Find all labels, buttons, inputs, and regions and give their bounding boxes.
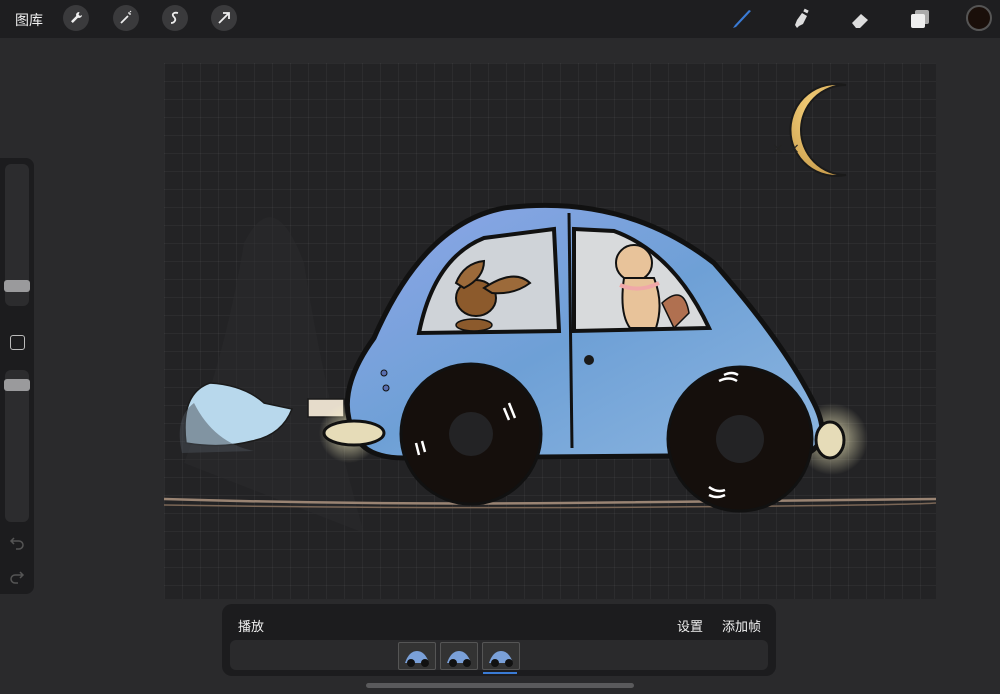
color-picker[interactable] — [966, 5, 992, 31]
redo-icon[interactable] — [9, 568, 25, 584]
layers-icon[interactable] — [907, 6, 933, 32]
brush-size-slider[interactable] — [4, 164, 30, 306]
modify-button[interactable] — [10, 335, 25, 350]
play-button[interactable]: 播放 — [238, 616, 264, 635]
brush-icon[interactable] — [729, 6, 755, 32]
eraser-icon[interactable] — [848, 6, 874, 32]
rear-wheel — [399, 362, 543, 506]
svg-text:× ×: × × — [772, 141, 800, 157]
gallery-button[interactable]: 图库 — [15, 10, 43, 30]
wrench-icon[interactable] — [63, 5, 89, 31]
drawing-canvas[interactable]: × × — [164, 63, 936, 599]
home-indicator[interactable] — [366, 683, 634, 688]
animation-assist-bar: 播放 设置 添加帧 — [222, 604, 776, 676]
transform-arrow-icon[interactable] — [211, 5, 237, 31]
front-wheel — [666, 365, 814, 513]
frames-timeline — [230, 640, 768, 670]
add-frame-button[interactable]: 添加帧 — [722, 616, 761, 635]
opacity-slider[interactable] — [4, 370, 30, 522]
selection-icon[interactable] — [162, 5, 188, 31]
magic-wand-icon[interactable] — [113, 5, 139, 31]
left-sidebar — [0, 158, 34, 594]
top-toolbar: 图库 — [0, 0, 1000, 38]
opacity-knob[interactable] — [4, 379, 30, 391]
frame-thumbnail-selected[interactable] — [482, 642, 520, 670]
brush-size-knob[interactable] — [4, 280, 30, 292]
undo-icon[interactable] — [9, 534, 25, 550]
smudge-icon[interactable] — [788, 6, 814, 32]
car-illustration: × × — [164, 83, 936, 533]
selected-frame-indicator — [483, 672, 517, 674]
settings-button[interactable]: 设置 — [677, 616, 703, 635]
frame-thumbnail[interactable] — [440, 642, 478, 670]
frame-thumbnail[interactable] — [398, 642, 436, 670]
moon: × × — [772, 83, 847, 177]
